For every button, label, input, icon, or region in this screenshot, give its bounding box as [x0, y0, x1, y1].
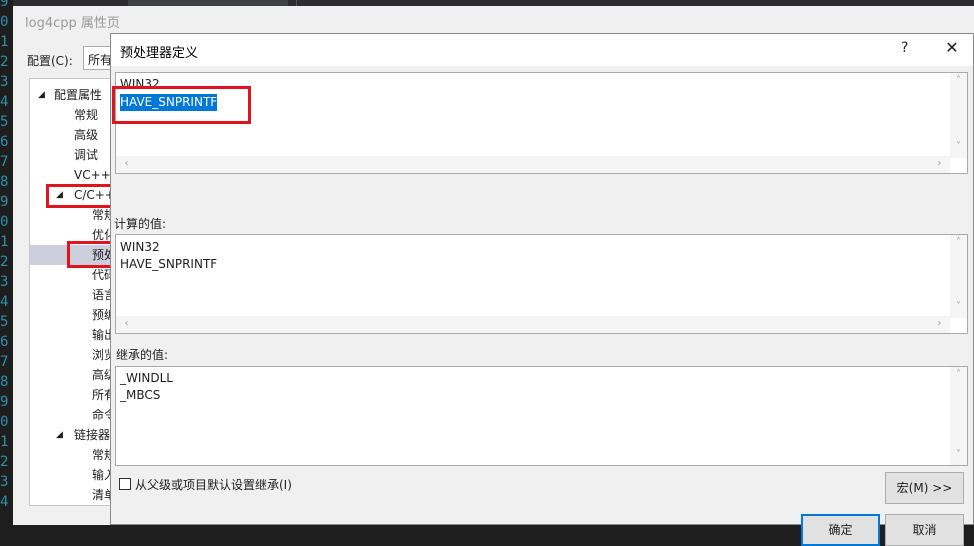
scroll-up-icon[interactable]: ˄	[950, 75, 967, 86]
inherit-checkbox-label[interactable]: 从父级或项目默认设置继承(I)	[135, 476, 292, 493]
tree-item[interactable]: 常规	[74, 105, 98, 125]
evaluated-value-label: 计算的值:	[114, 217, 167, 231]
inherited-value-label: 继承的值:	[116, 348, 169, 362]
line-number: 1	[0, 234, 9, 250]
vertical-scrollbar[interactable]: ˄ ˅	[950, 235, 967, 318]
line-number: 3	[0, 474, 9, 490]
line-number: 8	[0, 174, 9, 190]
line-number: 2	[0, 254, 9, 270]
line-number: 5	[0, 314, 9, 330]
line-number: 0	[0, 214, 9, 230]
inherited-values-box: _WINDLL _MBCS ˄ ˅	[115, 366, 968, 466]
inherited-line: _MBCS	[120, 388, 161, 402]
scroll-up-icon[interactable]: ˄	[950, 369, 967, 380]
definition-line: WIN32	[120, 77, 160, 91]
evaluated-line: HAVE_SNPRINTF	[120, 257, 218, 271]
help-button[interactable]: ?	[901, 40, 908, 56]
configuration-label: 配置(C):	[27, 54, 73, 68]
line-number: 6	[0, 334, 9, 350]
scroll-up-icon[interactable]: ˄	[950, 237, 967, 248]
evaluated-line: WIN32	[120, 240, 160, 254]
editor-line-gutter: 9 0 1 2 3 4 5 6 7 8 9 0 1 2 3 4 5 6 7 8 …	[0, 0, 13, 525]
scroll-down-icon[interactable]: ˅	[950, 449, 967, 460]
scroll-down-icon[interactable]: ˅	[950, 141, 967, 152]
line-number: 2	[0, 54, 9, 70]
expanded-triangle-icon[interactable]: ◢	[38, 85, 45, 105]
tree-item[interactable]: 高级	[74, 125, 98, 145]
line-number: 9	[0, 394, 9, 410]
ide-tab[interactable]	[128, 0, 288, 6]
close-button[interactable]: ✕	[941, 38, 963, 57]
scroll-left-icon[interactable]: ‹	[118, 318, 135, 329]
line-number: 4	[0, 494, 9, 510]
line-number: 8	[0, 374, 9, 390]
line-number: 2	[0, 454, 9, 470]
tree-item-linker[interactable]: ◢ 链接器	[56, 425, 110, 445]
line-number: 9	[0, 0, 9, 10]
horizontal-scrollbar[interactable]: ‹ ›	[116, 316, 950, 333]
ide-tab[interactable]	[296, 0, 457, 6]
scroll-right-icon[interactable]: ›	[931, 318, 948, 329]
tree-item-cpp[interactable]: ◢ C/C++	[56, 185, 115, 205]
ok-button[interactable]: 确定	[801, 514, 880, 546]
vertical-scrollbar[interactable]: ˄ ˅	[950, 367, 967, 465]
line-number: 1	[0, 434, 9, 450]
cancel-button[interactable]: 取消	[885, 514, 964, 546]
line-number: 0	[0, 414, 9, 430]
line-number: 7	[0, 354, 9, 370]
line-number: 7	[0, 154, 9, 170]
line-number: 9	[0, 194, 9, 210]
evaluated-values-box: WIN32 HAVE_SNPRINTF ˄ ˅ ‹ ›	[115, 234, 968, 334]
expanded-triangle-icon[interactable]: ◢	[56, 425, 63, 445]
line-number: 0	[0, 14, 9, 30]
tree-item[interactable]: VC++	[74, 165, 111, 185]
line-number: 3	[0, 74, 9, 90]
dialog-body: WIN32 HAVE_SNPRINTF ˄ ˅ ‹ › 计算的值: WIN32 …	[111, 66, 973, 546]
line-number: 6	[0, 134, 9, 150]
window-title: log4cpp 属性页	[25, 16, 120, 31]
line-number: 5	[0, 114, 9, 130]
line-number: 1	[0, 34, 9, 50]
ide-tab-strip	[13, 0, 974, 6]
scroll-right-icon[interactable]: ›	[931, 158, 948, 169]
expanded-triangle-icon[interactable]: ◢	[56, 185, 63, 205]
vertical-scrollbar[interactable]: ˄ ˅	[950, 73, 967, 158]
line-number: 3	[0, 274, 9, 290]
definitions-textarea[interactable]: WIN32 HAVE_SNPRINTF ˄ ˅ ‹ ›	[115, 72, 968, 174]
scroll-down-icon[interactable]: ˅	[950, 301, 967, 312]
tree-item[interactable]: 调试	[74, 145, 98, 165]
tree-item-config-properties[interactable]: ◢ 配置属性	[38, 85, 102, 105]
line-number: 4	[0, 94, 9, 110]
horizontal-scrollbar[interactable]: ‹ ›	[116, 156, 950, 173]
inherit-checkbox[interactable]	[119, 478, 131, 490]
inherited-line: _WINDLL	[120, 371, 173, 385]
definition-line-selected: HAVE_SNPRINTF	[120, 94, 218, 111]
scroll-left-icon[interactable]: ‹	[118, 158, 135, 169]
dialog-title: 预处理器定义	[120, 46, 199, 61]
macros-button[interactable]: 宏(M) >>	[885, 472, 964, 504]
preprocessor-definitions-dialog: 预处理器定义 ? ✕ WIN32 HAVE_SNPRINTF ˄ ˅ ‹ › 计…	[110, 33, 974, 546]
line-number: 4	[0, 294, 9, 310]
